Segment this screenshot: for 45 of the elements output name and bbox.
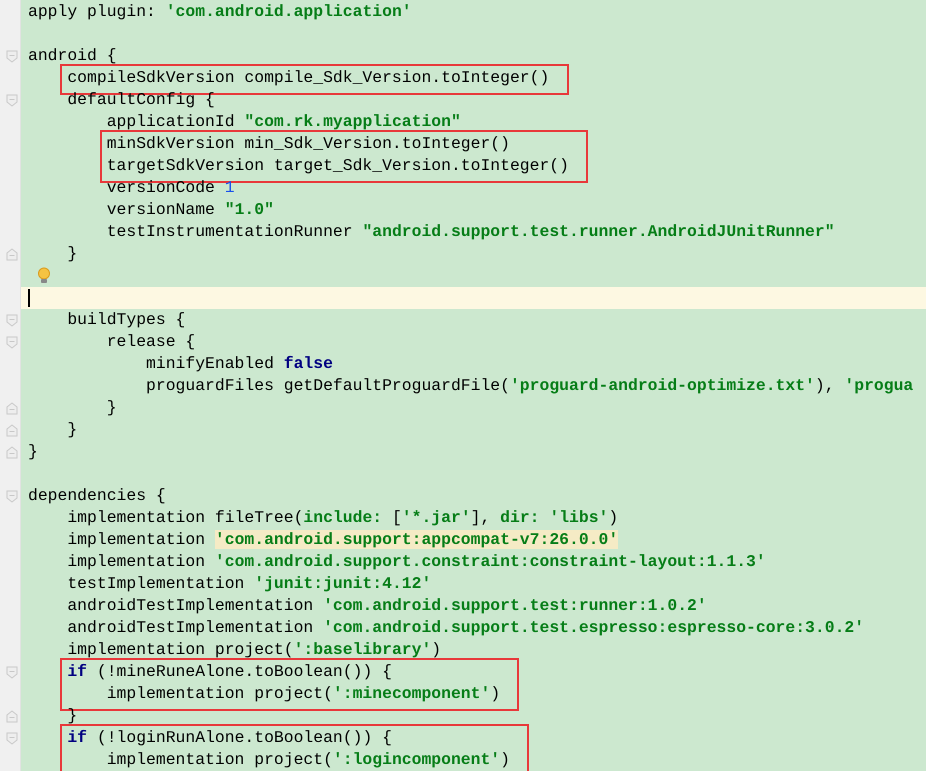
fold-marker-icon[interactable] [6,336,18,348]
fold-marker-icon[interactable] [6,490,18,502]
code-line: versionName "1.0" [106,199,274,221]
code-line: implementation project(':baselibrary') [66,639,442,661]
code-line: release { [106,331,196,353]
code-line: androidTestImplementation 'com.android.support.test:runner:1.0.2' [66,595,707,617]
code-line: minifyEnabled false [145,353,333,375]
code-line: defaultConfig { [66,89,215,111]
code-line: } [28,441,38,463]
fold-marker-icon[interactable] [6,94,18,106]
code-line: apply plugin: 'com.android.application' [28,1,412,23]
code-line: implementation 'com.android.support.constraint:constraint-layout:1.1.3' [66,551,766,573]
code-line: testImplementation 'junit:junit:4.12' [66,573,432,595]
code-line: android { [28,45,117,67]
code-line: } [106,397,117,419]
text-caret [28,289,30,307]
code-line: if (!mineRuneAlone.toBoolean()) { [66,661,392,683]
fold-marker-icon[interactable] [6,666,18,678]
fold-marker-icon[interactable] [6,248,18,260]
code-line: targetSdkVersion target_Sdk_Version.toInteger() [106,155,569,177]
fold-marker-icon[interactable] [6,50,18,62]
fold-marker-icon[interactable] [6,732,18,744]
fold-marker-icon[interactable] [6,314,18,326]
fold-marker-icon[interactable] [6,402,18,414]
code-line: implementation project(':minecomponent') [106,683,500,705]
code-line: dependencies { [28,485,166,507]
code-line: androidTestImplementation 'com.android.support.test.espresso:espresso-core:3.0.2' [66,617,864,639]
code-line: implementation fileTree(include: ['*.jar'], dir: 'libs') [66,507,618,529]
lightbulb-icon[interactable] [37,267,51,285]
fold-marker-icon[interactable] [6,710,18,722]
code-line: compileSdkVersion compile_Sdk_Version.toInteger() [66,67,550,89]
code-line: if (!loginRunAlone.toBoolean()) { [66,727,392,749]
code-line: implementation 'com.android.support:appcompat-v7:26.0.0' [66,529,618,551]
code-line: } [66,243,78,265]
code-line: } [66,705,78,727]
code-line: applicationId "com.rk.myapplication" [106,111,461,133]
fold-marker-icon[interactable] [6,446,18,458]
code-line: proguardFiles getDefaultProguardFile('proguard-android-optimize.txt'), 'progua [145,375,914,397]
code-line: } [66,419,78,441]
code-line: testInstrumentationRunner "android.support.test.runner.AndroidJUnitRunner" [106,221,835,243]
code-line: implementation project(':logincomponent') [106,749,510,771]
code-line: buildTypes { [66,309,186,331]
fold-marker-icon[interactable] [6,424,18,436]
code-line: versionCode 1 [106,177,235,199]
code-line: minSdkVersion min_Sdk_Version.toInteger() [106,133,510,155]
